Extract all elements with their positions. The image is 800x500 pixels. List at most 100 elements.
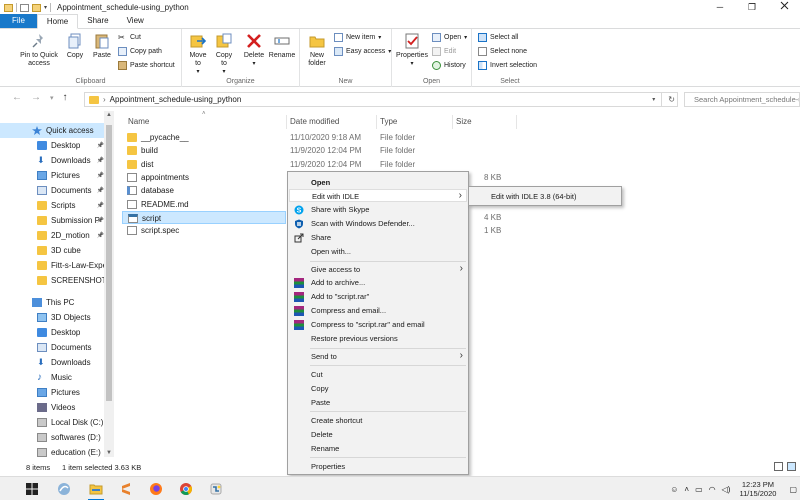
start-button[interactable] bbox=[22, 480, 42, 498]
menu-item-scan-defender[interactable]: Scan with Windows Defender... bbox=[289, 217, 467, 230]
sidebar-item-3d-cube[interactable]: 3D cube bbox=[0, 243, 110, 258]
column-date-modified[interactable]: Date modified bbox=[290, 117, 339, 126]
volume-icon[interactable]: ◁) bbox=[722, 485, 731, 494]
new-folder-icon[interactable] bbox=[32, 3, 41, 12]
sublime-taskbar-button[interactable] bbox=[116, 480, 136, 498]
sidebar-item-documents[interactable]: Documents bbox=[0, 340, 110, 355]
firefox-taskbar-button[interactable] bbox=[146, 480, 166, 498]
sidebar-item-documents[interactable]: Documents 📌 bbox=[0, 183, 110, 198]
table-row[interactable]: build bbox=[122, 144, 286, 157]
menu-item-delete[interactable]: Delete bbox=[289, 428, 467, 441]
chevron-down-icon[interactable]: ▾ bbox=[652, 96, 655, 103]
table-row[interactable]: script bbox=[122, 210, 286, 224]
new-item-button[interactable]: New item ▾ bbox=[334, 33, 381, 42]
chrome-taskbar-button[interactable] bbox=[176, 480, 196, 498]
sidebar-item-desktop[interactable]: Desktop bbox=[0, 325, 110, 340]
delete-button[interactable]: Delete ▾ bbox=[242, 32, 266, 68]
scrollbar-thumb[interactable] bbox=[106, 125, 112, 401]
clock[interactable]: 12:23 PM 11/15/2020 bbox=[739, 480, 776, 498]
notifications-icon[interactable]: ▢ bbox=[789, 485, 797, 494]
refresh-icon[interactable]: ↻ bbox=[668, 95, 675, 104]
scroll-up-arrow-icon[interactable]: ▲ bbox=[104, 112, 114, 118]
table-row[interactable]: appointments bbox=[122, 171, 286, 184]
menu-item-copy[interactable]: Copy bbox=[289, 382, 467, 395]
wifi-icon[interactable]: ◠ bbox=[709, 485, 716, 494]
menu-item-add-rar[interactable]: Add to "script.rar" bbox=[289, 290, 467, 303]
tab-file[interactable]: File bbox=[0, 14, 37, 28]
menu-item-cut[interactable]: Cut bbox=[289, 368, 467, 381]
search-input[interactable]: Search Appointment_schedule-using_python bbox=[684, 92, 800, 107]
recent-chevron-icon[interactable]: ▾ bbox=[50, 92, 54, 106]
open-button[interactable]: Open ▾ bbox=[432, 33, 467, 42]
maximize-button[interactable]: ❐ bbox=[736, 0, 768, 15]
sidebar-item-fitt-s-law-exper[interactable]: Fitt-s-Law-Exper bbox=[0, 258, 110, 273]
sidebar-item-submission-p[interactable]: Submission P 📌 bbox=[0, 213, 110, 228]
menu-item-edit-idle-38[interactable]: Edit with IDLE 3.8 (64-bit) bbox=[491, 192, 576, 201]
menu-item-share-skype[interactable]: S Share with Skype bbox=[289, 203, 467, 216]
rename-button[interactable]: Rename bbox=[268, 32, 296, 60]
file-explorer-taskbar-button[interactable] bbox=[86, 480, 106, 500]
edit-button[interactable]: Edit bbox=[432, 47, 456, 56]
copy-button[interactable]: Copy bbox=[64, 32, 86, 60]
menu-item-compress-rar-email[interactable]: Compress to "script.rar" and email bbox=[289, 318, 467, 331]
tab-view[interactable]: View bbox=[118, 14, 153, 28]
paste-button[interactable]: Paste bbox=[90, 32, 114, 60]
sidebar-item-desktop[interactable]: Desktop 📌 bbox=[0, 138, 110, 153]
forward-arrow-icon[interactable]: → bbox=[31, 92, 41, 106]
nav-scrollbar[interactable]: ▲ ▼ bbox=[104, 111, 114, 457]
column-name[interactable]: Name bbox=[128, 117, 149, 126]
sidebar-item-3d-objects[interactable]: 3D Objects bbox=[0, 310, 110, 325]
breadcrumb-chevron-icon[interactable]: › bbox=[103, 95, 106, 104]
table-row[interactable]: dist bbox=[122, 158, 286, 171]
chevron-down-icon[interactable]: ▾ bbox=[44, 4, 47, 11]
menu-item-restore-versions[interactable]: Restore previous versions bbox=[289, 332, 467, 345]
close-button[interactable] bbox=[768, 0, 800, 15]
people-icon[interactable]: ☺ bbox=[670, 485, 678, 494]
tab-home[interactable]: Home bbox=[36, 14, 79, 29]
details-view-icon[interactable] bbox=[774, 462, 783, 471]
taskbar-app-icon[interactable] bbox=[54, 480, 74, 498]
select-none-button[interactable]: Select none bbox=[478, 47, 527, 56]
sidebar-item-local-disk-c[interactable]: Local Disk (C:) bbox=[0, 415, 110, 430]
menu-item-share[interactable]: Share bbox=[289, 231, 467, 244]
properties-button[interactable]: Properties ▾ bbox=[394, 32, 430, 68]
scroll-down-arrow-icon[interactable]: ▼ bbox=[104, 450, 114, 456]
easy-access-button[interactable]: Easy access ▾ bbox=[334, 47, 391, 56]
column-size[interactable]: Size bbox=[456, 117, 472, 126]
sidebar-item-quick-access[interactable]: Quick access bbox=[0, 123, 110, 138]
paste-shortcut-button[interactable]: Paste shortcut bbox=[118, 61, 175, 70]
sidebar-item-downloads[interactable]: ⬇ Downloads 📌 bbox=[0, 153, 110, 168]
back-arrow-icon[interactable]: ← bbox=[12, 92, 22, 106]
invert-selection-button[interactable]: Invert selection bbox=[478, 61, 537, 70]
menu-item-compress-email[interactable]: Compress and email... bbox=[289, 304, 467, 317]
sidebar-item-screenshots[interactable]: SCREENSHOTS bbox=[0, 273, 112, 288]
large-icons-view-icon[interactable] bbox=[787, 462, 796, 471]
python-taskbar-button[interactable] bbox=[206, 480, 226, 498]
sidebar-item-this-pc[interactable]: This PC bbox=[0, 295, 110, 310]
sidebar-item-videos[interactable]: Videos bbox=[0, 400, 110, 415]
sidebar-item-2d-motion[interactable]: 2D_motion 📌 bbox=[0, 228, 110, 243]
menu-item-edit-with-idle[interactable]: Edit with IDLE › bbox=[289, 189, 467, 202]
copy-path-button[interactable]: Copy path bbox=[118, 47, 162, 56]
minimize-button[interactable]: ─ bbox=[704, 0, 736, 15]
menu-item-add-archive[interactable]: Add to archive... bbox=[289, 276, 467, 289]
table-row[interactable]: README.md bbox=[122, 198, 286, 211]
address-bar[interactable]: › Appointment_schedule-using_python ▾ ↻ bbox=[84, 92, 678, 107]
sidebar-item-music[interactable]: ♪ Music bbox=[0, 370, 110, 385]
menu-item-open-with[interactable]: Open with... bbox=[289, 245, 467, 258]
select-all-button[interactable]: Select all bbox=[478, 33, 518, 42]
table-row[interactable]: database bbox=[122, 184, 286, 197]
menu-item-create-shortcut[interactable]: Create shortcut bbox=[289, 414, 467, 427]
move-to-button[interactable]: Move to ▾ bbox=[186, 32, 210, 76]
menu-item-give-access[interactable]: Give access to › bbox=[289, 263, 467, 276]
menu-item-rename[interactable]: Rename bbox=[289, 442, 467, 455]
pin-quick-access-button[interactable]: Pin to Quick access bbox=[18, 32, 60, 68]
tray-chevron-up-icon[interactable]: ˄ bbox=[684, 485, 689, 494]
sidebar-item-pictures[interactable]: Pictures bbox=[0, 385, 110, 400]
table-row[interactable]: script.spec bbox=[122, 224, 286, 237]
menu-item-send-to[interactable]: Send to › bbox=[289, 350, 467, 363]
battery-icon[interactable]: ▭ bbox=[695, 485, 703, 494]
column-type[interactable]: Type bbox=[380, 117, 397, 126]
cut-button[interactable]: ✂ Cut bbox=[118, 33, 141, 42]
copy-to-button[interactable]: Copy to ▾ bbox=[212, 32, 236, 76]
